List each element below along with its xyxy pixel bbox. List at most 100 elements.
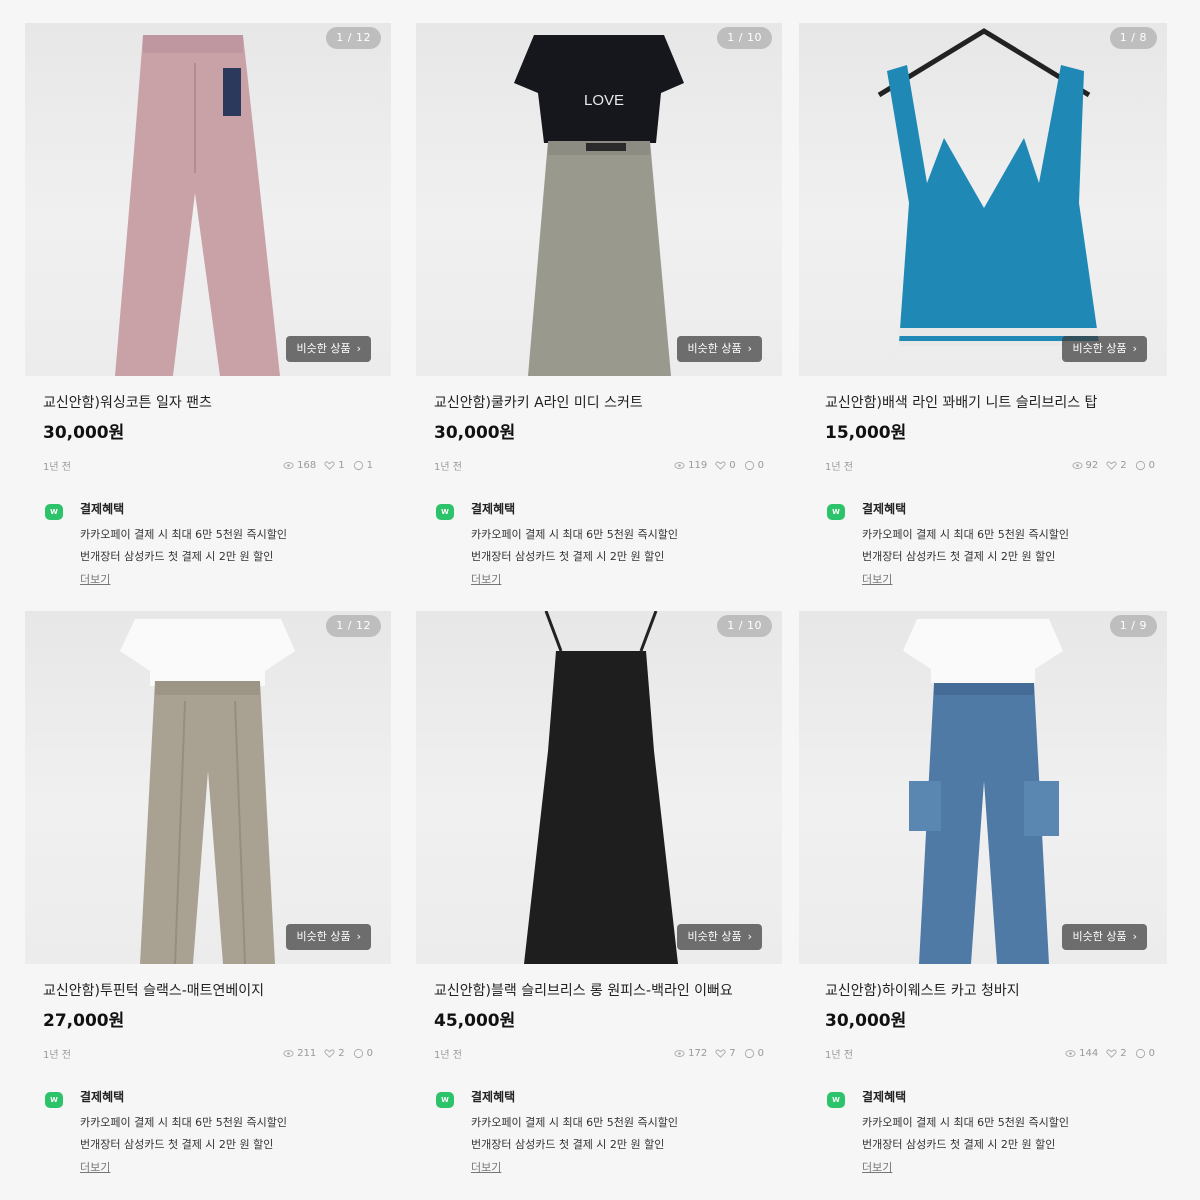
product-price: 30,000원 <box>825 1011 907 1031</box>
product-title[interactable]: 교신안함)하이웨스트 카고 청바지 <box>825 980 1155 1000</box>
more-link[interactable]: 더보기 <box>862 1159 892 1175</box>
benefit-line: 번개장터 삼성카드 첫 결제 시 2만 원 할인 <box>80 1138 274 1151</box>
skirt-image: LOVE <box>514 35 684 376</box>
product-price: 27,000원 <box>43 1011 125 1031</box>
chat-icon <box>744 1048 754 1058</box>
dress-image <box>524 611 678 964</box>
benefit-line: 카카오페이 결제 시 최대 6만 5천원 즉시할인 <box>862 1116 1070 1129</box>
pay-logo-icon: W <box>45 504 63 520</box>
chat-count: 0 <box>757 1047 764 1059</box>
benefit-line: 카카오페이 결제 시 최대 6만 5천원 즉시할인 <box>471 1116 679 1129</box>
benefit-title: 결제혜택 <box>471 502 516 516</box>
chat-count: 0 <box>366 1047 373 1059</box>
product-card[interactable]: 1 / 9 비슷한 상품 › 교신안함)하이웨스트 카고 청바지 30,000원 … <box>799 588 1173 1176</box>
product-title[interactable]: 교신안함)쿨카키 A라인 미디 스커트 <box>434 392 764 412</box>
image-counter: 1 / 10 <box>717 27 772 49</box>
like-count: 2 <box>1120 459 1127 471</box>
chat-count: 0 <box>1148 1047 1155 1059</box>
like-count: 2 <box>338 1047 345 1059</box>
view-count: 172 <box>688 1047 708 1059</box>
similar-products-button[interactable]: 비슷한 상품 › <box>1062 924 1147 950</box>
chevron-right-icon: › <box>1132 342 1137 355</box>
product-title[interactable]: 교신안함)블랙 슬리브리스 롱 원피스-백라인 이뻐요 <box>434 980 764 1000</box>
eye-icon <box>283 1049 294 1057</box>
pants-image <box>115 35 280 376</box>
chat-count: 1 <box>366 459 373 471</box>
benefit-line: 번개장터 삼성카드 첫 결제 시 2만 원 할인 <box>80 550 274 563</box>
eye-icon <box>1065 1049 1076 1057</box>
product-photo[interactable]: 1 / 10 비슷한 상품 › <box>416 611 782 964</box>
product-card[interactable]: 1 / 10 비슷한 상품 › 교신안함)블랙 슬리브리스 롱 원피스-백라인 이… <box>416 588 782 1176</box>
similar-products-button[interactable]: 비슷한 상품 › <box>286 924 371 950</box>
benefit-line: 번개장터 삼성카드 첫 결제 시 2만 원 할인 <box>862 550 1056 563</box>
heart-icon <box>1106 460 1117 470</box>
chat-icon <box>1135 460 1145 470</box>
pay-logo-icon: W <box>45 1092 63 1108</box>
chat-icon <box>744 460 754 470</box>
heart-icon <box>1106 1048 1117 1058</box>
tank-image <box>877 28 1099 346</box>
heart-icon <box>324 460 335 470</box>
product-photo[interactable]: 1 / 12 비슷한 상품 › <box>25 611 391 964</box>
product-card[interactable]: 1 / 12 비슷한 상품 › 교신안함)워싱코튼 일자 팬츠 30,000원 1… <box>25 0 391 588</box>
more-link[interactable]: 더보기 <box>80 571 110 587</box>
image-counter: 1 / 12 <box>326 615 381 637</box>
posted-time: 1년 전 <box>43 461 71 473</box>
product-card[interactable]: 1 / 8 비슷한 상품 › 교신안함)배색 라인 꽈배기 니트 슬리브리스 탑 … <box>799 0 1173 588</box>
product-card[interactable]: 1 / 12 비슷한 상품 › 교신안함)투핀턱 슬랙스-매트연베이지 27,00… <box>25 588 391 1176</box>
benefit-line: 카카오페이 결제 시 최대 6만 5천원 즉시할인 <box>80 528 288 541</box>
posted-time: 1년 전 <box>825 461 853 473</box>
more-link[interactable]: 더보기 <box>471 571 501 587</box>
more-link[interactable]: 더보기 <box>862 571 892 587</box>
product-price: 15,000원 <box>825 423 907 443</box>
more-link[interactable]: 더보기 <box>471 1159 501 1175</box>
similar-products-button[interactable]: 비슷한 상품 › <box>1062 336 1147 362</box>
more-link[interactable]: 더보기 <box>80 1159 110 1175</box>
product-photo[interactable]: 1 / 9 비슷한 상품 › <box>799 611 1167 964</box>
posted-time: 1년 전 <box>825 1049 853 1061</box>
chat-icon <box>1135 1048 1145 1058</box>
chat-count: 0 <box>757 459 764 471</box>
chevron-right-icon: › <box>356 342 361 355</box>
benefit-title: 결제혜택 <box>862 502 907 516</box>
chevron-right-icon: › <box>747 342 752 355</box>
similar-products-button[interactable]: 비슷한 상품 › <box>677 336 762 362</box>
similar-products-button[interactable]: 비슷한 상품 › <box>677 924 762 950</box>
product-title[interactable]: 교신안함)워싱코튼 일자 팬츠 <box>43 392 373 412</box>
chat-icon <box>353 1048 363 1058</box>
pay-logo-icon: W <box>827 504 845 520</box>
chevron-right-icon: › <box>1132 930 1137 943</box>
image-counter: 1 / 10 <box>717 615 772 637</box>
product-price: 45,000원 <box>434 1011 516 1031</box>
like-count: 2 <box>1120 1047 1127 1059</box>
like-count: 1 <box>338 459 345 471</box>
pay-logo-icon: W <box>436 1092 454 1108</box>
view-count: 119 <box>688 459 708 471</box>
benefit-line: 번개장터 삼성카드 첫 결제 시 2만 원 할인 <box>862 1138 1056 1151</box>
image-counter: 1 / 9 <box>1109 615 1157 637</box>
like-count: 7 <box>729 1047 736 1059</box>
benefit-line: 번개장터 삼성카드 첫 결제 시 2만 원 할인 <box>471 1138 665 1151</box>
benefit-title: 결제혜택 <box>80 502 125 516</box>
posted-time: 1년 전 <box>434 461 462 473</box>
view-count: 92 <box>1085 459 1099 471</box>
posted-time: 1년 전 <box>43 1049 71 1061</box>
product-card[interactable]: LOVE 1 / 10 비슷한 상품 › 교신안함)쿨카키 A라인 미디 스커트 … <box>416 0 782 588</box>
chevron-right-icon: › <box>747 930 752 943</box>
benefit-line: 카카오페이 결제 시 최대 6만 5천원 즉시할인 <box>80 1116 288 1129</box>
jeans-image <box>903 619 1063 964</box>
eye-icon <box>674 1049 685 1057</box>
heart-icon <box>715 460 726 470</box>
benefit-line: 카카오페이 결제 시 최대 6만 5천원 즉시할인 <box>471 528 679 541</box>
eye-icon <box>1071 461 1083 469</box>
heart-icon <box>324 1048 335 1058</box>
product-photo[interactable]: 1 / 8 비슷한 상품 › <box>799 23 1167 376</box>
chat-icon <box>353 460 363 470</box>
similar-products-button[interactable]: 비슷한 상품 › <box>286 336 371 362</box>
product-title[interactable]: 교신안함)배색 라인 꽈배기 니트 슬리브리스 탑 <box>825 392 1155 412</box>
product-title[interactable]: 교신안함)투핀턱 슬랙스-매트연베이지 <box>43 980 373 1000</box>
product-photo[interactable]: 1 / 12 비슷한 상품 › <box>25 23 391 376</box>
view-count: 211 <box>297 1047 317 1059</box>
image-counter: 1 / 12 <box>326 27 381 49</box>
product-photo[interactable]: LOVE 1 / 10 비슷한 상품 › <box>416 23 782 376</box>
